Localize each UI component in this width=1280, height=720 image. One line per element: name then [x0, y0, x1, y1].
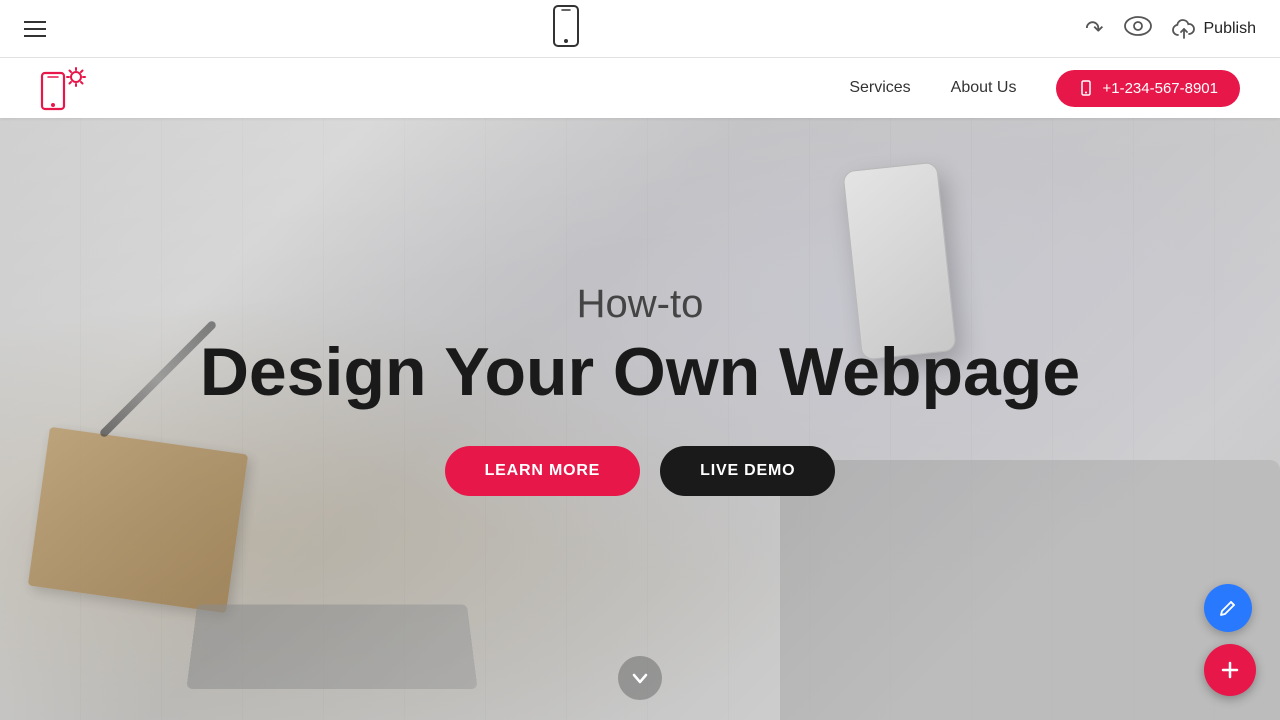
mobile-preview-button[interactable]: [550, 4, 582, 53]
nav-about[interactable]: About Us: [951, 79, 1017, 97]
hero-subtitle: How-to: [200, 282, 1080, 327]
publish-button[interactable]: Publish: [1172, 19, 1256, 39]
scroll-down-button[interactable]: [618, 656, 662, 700]
phone-number: +1-234-567-8901: [1102, 80, 1218, 97]
live-demo-button[interactable]: LIVE DEMO: [660, 446, 835, 496]
fab-container: [1204, 584, 1256, 696]
publish-label: Publish: [1204, 20, 1256, 38]
hero-section: How-to Design Your Own Webpage LEARN MOR…: [0, 118, 1280, 720]
undo-button[interactable]: ↶: [1085, 16, 1103, 42]
arrow-down-icon: [630, 668, 650, 688]
hero-title: Design Your Own Webpage: [200, 335, 1080, 410]
site-navigation: Services About Us +1-234-567-8901: [0, 58, 1280, 118]
edit-fab-button[interactable]: [1204, 584, 1252, 632]
add-fab-button[interactable]: [1204, 644, 1256, 696]
menu-icon[interactable]: [24, 21, 46, 37]
site-logo: [40, 65, 90, 111]
pencil-icon: [1218, 598, 1238, 618]
toolbar-center: [550, 4, 582, 53]
nav-services[interactable]: Services: [849, 79, 910, 97]
phone-button[interactable]: +1-234-567-8901: [1056, 70, 1240, 107]
cloud-upload-icon: [1172, 19, 1196, 39]
learn-more-button[interactable]: LEARN MORE: [445, 446, 641, 496]
hero-content: How-to Design Your Own Webpage LEARN MOR…: [200, 282, 1080, 496]
desk-keyboard: [186, 604, 477, 689]
website-preview: Services About Us +1-234-567-8901: [0, 58, 1280, 720]
site-nav-links: Services About Us +1-234-567-8901: [849, 70, 1240, 107]
editor-toolbar: ↶ Publish: [0, 0, 1280, 58]
hero-buttons: LEARN MORE LIVE DEMO: [200, 446, 1080, 496]
phone-icon: [1078, 80, 1094, 96]
preview-button[interactable]: [1124, 16, 1152, 41]
toolbar-left: [24, 21, 46, 37]
plus-icon: [1218, 658, 1242, 682]
toolbar-right: ↶ Publish: [1085, 16, 1256, 42]
